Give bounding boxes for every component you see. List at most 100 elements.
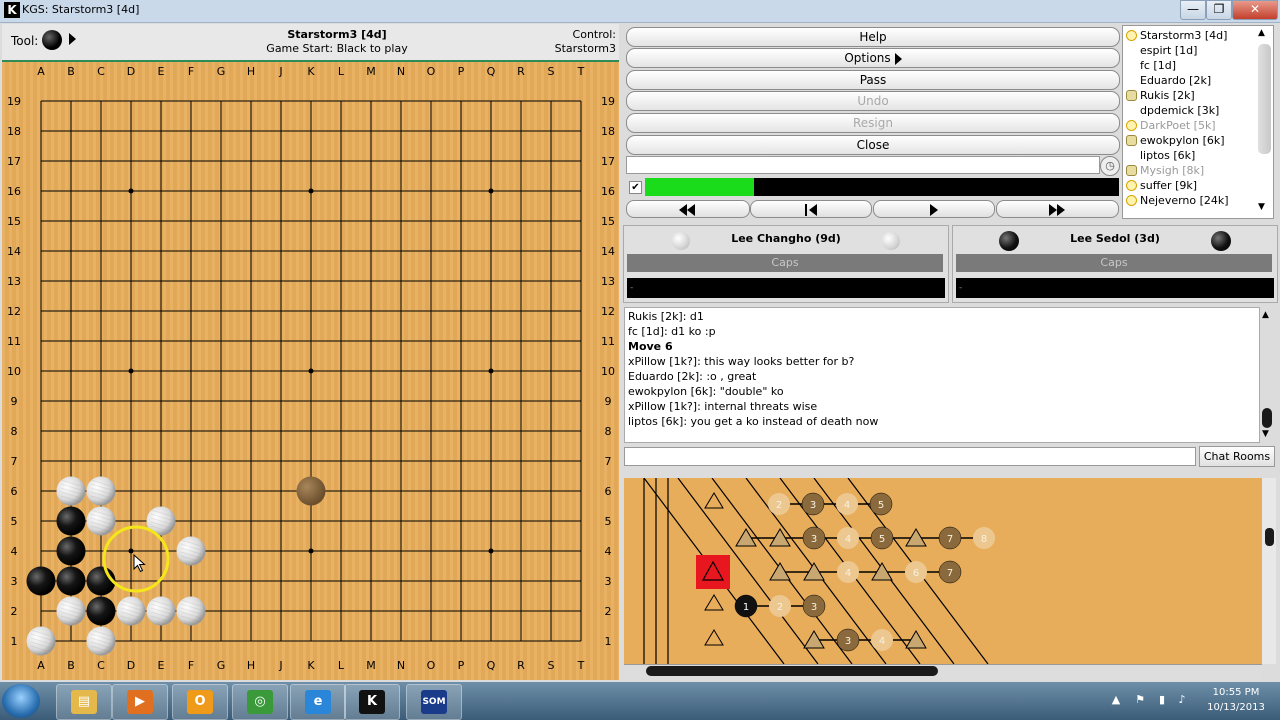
row-label-left: 16 bbox=[7, 185, 21, 198]
row-label-right: 1 bbox=[605, 635, 612, 648]
taskbar-app-button[interactable]: K bbox=[344, 684, 400, 720]
user-name: suffer [9k] bbox=[1140, 179, 1198, 192]
clock-icon[interactable]: ◷ bbox=[1100, 156, 1120, 176]
column-label-top: Q bbox=[487, 65, 496, 78]
user-list-item[interactable]: espirt [1d] bbox=[1123, 43, 1258, 58]
game-title: Starstorm3 [4d] bbox=[287, 28, 387, 41]
chat-rooms-button[interactable]: Chat Rooms bbox=[1199, 446, 1275, 467]
column-label-bottom: D bbox=[127, 659, 135, 672]
next-move-button[interactable] bbox=[873, 200, 995, 218]
resign-button[interactable]: Resign bbox=[626, 113, 1120, 133]
tree-horizontal-thumb[interactable] bbox=[646, 666, 938, 676]
current-position-marker[interactable] bbox=[696, 555, 730, 589]
tree-move-number: 7 bbox=[947, 568, 953, 579]
taskbar-app-button[interactable]: ◎ bbox=[232, 684, 288, 720]
row-label-right: 11 bbox=[601, 335, 615, 348]
previous-move-button[interactable] bbox=[750, 200, 872, 218]
user-list-item[interactable]: ewokpylon [6k] bbox=[1123, 133, 1258, 148]
game-tree[interactable]: 2 3 4 5 3 4 5 7 8 4 6 7 1 2 3 3 4 bbox=[624, 478, 1262, 664]
taskbar-app-button[interactable]: ▶ bbox=[112, 684, 168, 720]
user-list-item[interactable]: Eduardo [2k] bbox=[1123, 73, 1258, 88]
timer-checkbox[interactable]: ✔ bbox=[629, 181, 642, 194]
user-list-item[interactable]: suffer [9k] bbox=[1123, 178, 1258, 193]
options-button[interactable]: Options bbox=[626, 48, 1120, 68]
tree-move-number: 2 bbox=[777, 602, 783, 613]
black-stone[interactable] bbox=[26, 566, 56, 596]
network-icon[interactable]: ▮ bbox=[1156, 694, 1168, 706]
black-captures: Caps bbox=[956, 254, 1272, 272]
user-list-item[interactable]: fc [1d] bbox=[1123, 58, 1258, 73]
go-board-canvas[interactable]: AABBCCDDEEFFGGHHJJKKLLMMNNOOPPQQRRSSTT19… bbox=[2, 62, 619, 680]
user-list-item[interactable]: Mysigh [8k] bbox=[1123, 163, 1258, 178]
maximize-button[interactable]: ❐ bbox=[1206, 0, 1232, 20]
go-to-end-button[interactable] bbox=[996, 200, 1119, 218]
move-progress-bar[interactable] bbox=[645, 178, 1119, 196]
chat-scroll-down-icon[interactable]: ▼ bbox=[1262, 429, 1269, 439]
chat-log[interactable]: Rukis [2k]: d1 fc [1d]: d1 ko :p Move 6 xPi… bbox=[624, 307, 1260, 443]
ghost-stone[interactable] bbox=[296, 476, 326, 506]
chat-scroll-thumb[interactable] bbox=[1262, 408, 1272, 428]
column-label-bottom: T bbox=[577, 659, 585, 672]
user-name: DarkPoet [5k] bbox=[1140, 119, 1216, 132]
close-game-button[interactable]: Close bbox=[626, 135, 1120, 155]
row-label-right: 17 bbox=[601, 155, 615, 168]
user-list-item[interactable]: DarkPoet [5k] bbox=[1123, 118, 1258, 133]
comment-input[interactable] bbox=[626, 156, 1100, 174]
black-stone-tool-icon[interactable] bbox=[42, 30, 62, 50]
undo-button[interactable]: Undo bbox=[626, 91, 1120, 111]
flag-icon[interactable]: ⚑ bbox=[1134, 694, 1146, 706]
column-label-top: F bbox=[188, 65, 194, 78]
scroll-up-icon[interactable]: ▲ bbox=[1258, 28, 1265, 38]
chrome-icon: ◎ bbox=[247, 690, 273, 714]
user-list-item[interactable]: Starstorm3 [4d] bbox=[1123, 28, 1258, 43]
chat-line: Rukis [2k]: d1 bbox=[628, 310, 704, 323]
taskbar-clock[interactable]: 10:55 PM 10/13/2013 bbox=[1194, 685, 1278, 715]
user-list-scrollbar[interactable] bbox=[1258, 44, 1271, 154]
tray-arrow-icon[interactable]: ▲ bbox=[1110, 694, 1122, 706]
game-tree-canvas[interactable]: 2 3 4 5 3 4 5 7 8 4 6 7 1 2 3 3 4 bbox=[624, 478, 1262, 664]
black-stone[interactable] bbox=[86, 596, 116, 626]
scroll-down-icon[interactable]: ▼ bbox=[1258, 202, 1265, 212]
black-stone-icon bbox=[1211, 231, 1231, 251]
column-label-top: S bbox=[548, 65, 555, 78]
user-list-item[interactable]: liptos [6k] bbox=[1123, 148, 1258, 163]
taskbar-app-button[interactable]: e bbox=[290, 684, 346, 720]
row-label-right: 6 bbox=[605, 485, 612, 498]
chat-scroll-up-icon[interactable]: ▲ bbox=[1262, 310, 1269, 320]
tool-dropdown-arrow-icon[interactable] bbox=[69, 33, 76, 45]
pass-button[interactable]: Pass bbox=[626, 70, 1120, 90]
chat-line: liptos [6k]: you get a ko instead of dea… bbox=[628, 415, 879, 428]
volume-icon[interactable]: ♪ bbox=[1176, 694, 1188, 706]
tree-vertical-thumb[interactable] bbox=[1265, 528, 1274, 546]
black-stone[interactable] bbox=[56, 506, 86, 536]
start-button[interactable] bbox=[2, 684, 40, 718]
column-label-bottom: S bbox=[548, 659, 555, 672]
user-list-item[interactable]: Nejeverno [24k] bbox=[1123, 193, 1258, 208]
go-board[interactable]: A A B B C C D D E E F F G G H H J J K K L L M M N N O O P P Q Q R R S S T T 19… bbox=[2, 62, 619, 680]
tree-move-number: 3 bbox=[810, 500, 816, 511]
next-icon bbox=[930, 204, 938, 216]
tree-vertical-scrollbar[interactable] bbox=[1262, 478, 1276, 664]
black-player-panel: Lee Sedol (3d) Caps - bbox=[952, 225, 1278, 303]
taskbar-app-button[interactable]: O bbox=[172, 684, 228, 720]
rank-crown-icon bbox=[1126, 120, 1137, 131]
tree-move-number: 4 bbox=[845, 568, 851, 579]
row-label-right: 5 bbox=[605, 515, 612, 528]
tool-label: Tool: bbox=[11, 34, 39, 48]
row-label-left: 14 bbox=[7, 245, 21, 258]
taskbar-app-button[interactable]: SOM bbox=[406, 684, 462, 720]
black-stone[interactable] bbox=[56, 566, 86, 596]
taskbar-app-button[interactable]: ▤ bbox=[56, 684, 112, 720]
black-stone[interactable] bbox=[56, 536, 86, 566]
hoshi-point bbox=[128, 548, 134, 554]
observer-list[interactable]: Starstorm3 [4d] espirt [1d] fc [1d] Eduardo… bbox=[1122, 25, 1274, 219]
minimize-button[interactable]: — bbox=[1180, 0, 1206, 20]
help-button[interactable]: Help bbox=[626, 27, 1120, 47]
chat-input[interactable] bbox=[624, 447, 1196, 466]
close-window-button[interactable]: ✕ bbox=[1232, 0, 1278, 20]
row-label-left: 11 bbox=[7, 335, 21, 348]
go-to-start-button[interactable] bbox=[626, 200, 750, 218]
user-list-item[interactable]: dpdemick [3k] bbox=[1123, 103, 1258, 118]
user-list-item[interactable]: Rukis [2k] bbox=[1123, 88, 1258, 103]
tree-triangle-marker bbox=[704, 594, 724, 611]
